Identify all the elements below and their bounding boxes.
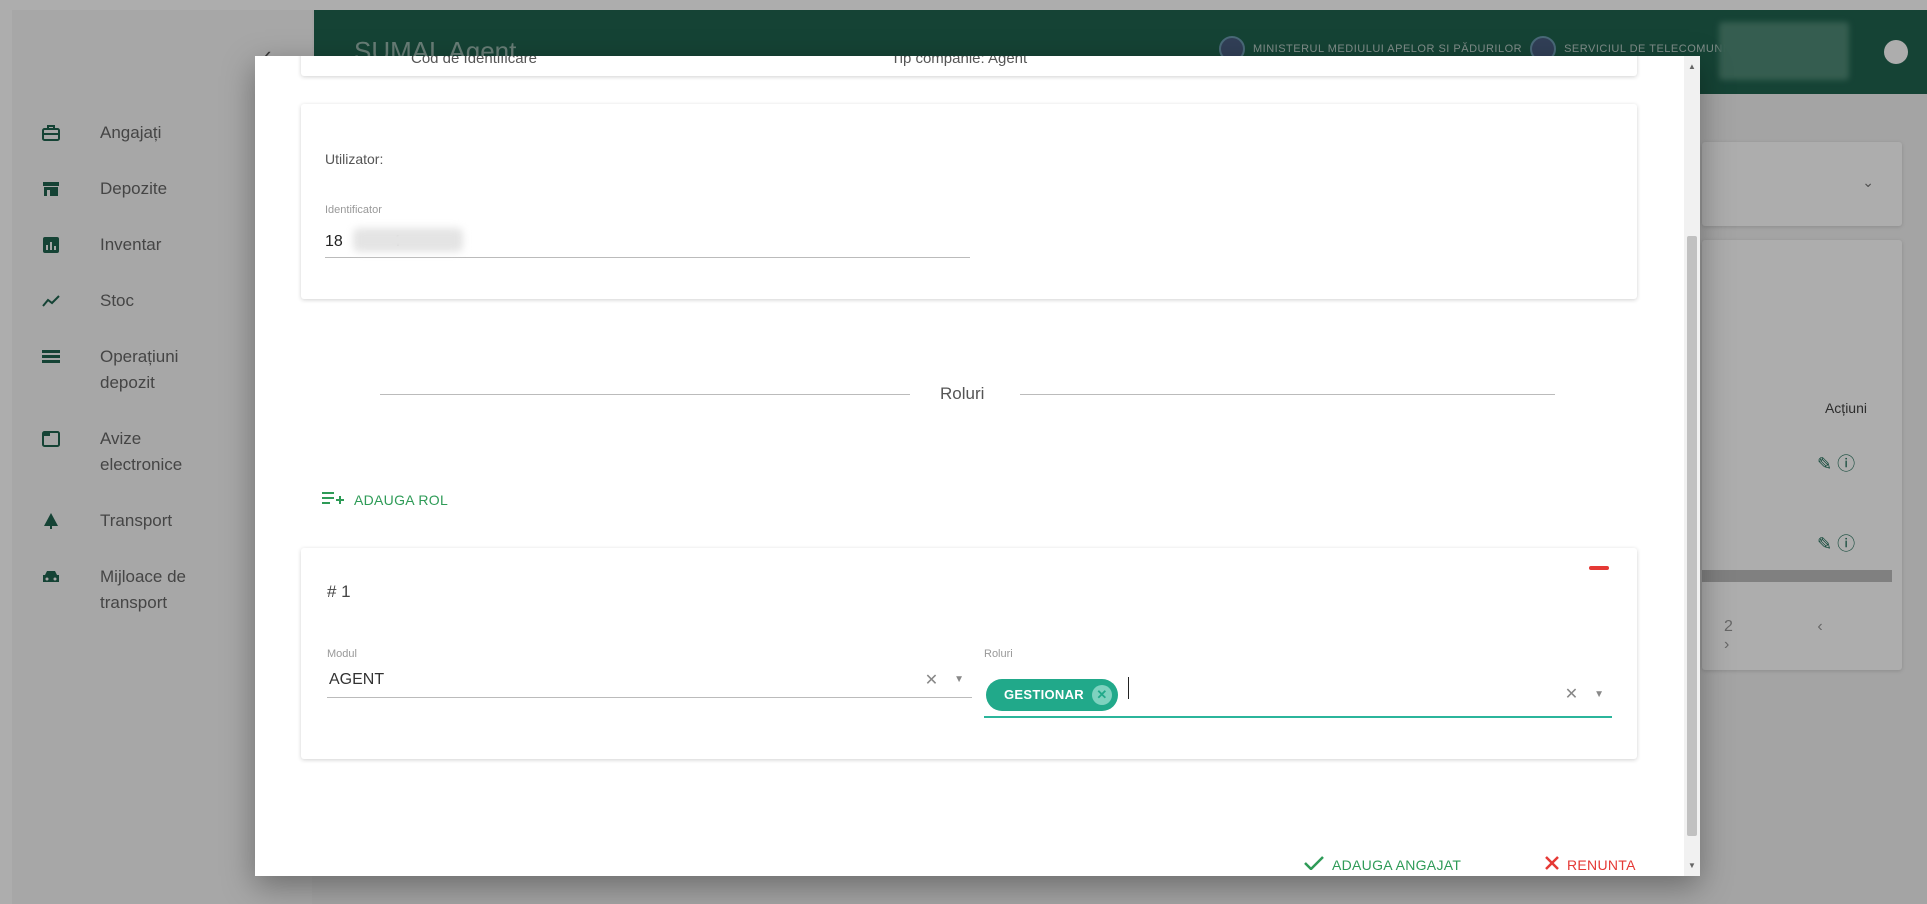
clear-icon[interactable]: ✕ — [1565, 684, 1578, 704]
add-role-label: ADAUGA ROL — [354, 491, 449, 508]
role-card: # 1 Modul AGENT ✕ ▼ Roluri GESTIONAR ✕ ✕… — [301, 548, 1637, 759]
roles-section-title: Roluri — [940, 384, 985, 403]
scroll-down-icon[interactable]: ▼ — [1688, 861, 1696, 870]
scrollbar-thumb[interactable] — [1687, 236, 1697, 836]
text-cursor — [1127, 677, 1129, 700]
roles-select[interactable]: GESTIONAR ✕ ✕ ▼ — [984, 672, 1612, 718]
identifier-label: Identificator — [325, 204, 382, 216]
module-value: AGENT — [329, 670, 385, 688]
remove-role-icon[interactable] — [1589, 566, 1609, 570]
identifier-redaction — [353, 228, 463, 252]
divider-line-left — [380, 394, 910, 395]
role-chip-label: GESTIONAR — [1004, 687, 1084, 703]
add-employee-dialog: Cod de Identificare Tip companie: Agent … — [255, 56, 1700, 876]
cancel-button[interactable]: RENUNTA — [1545, 856, 1636, 873]
playlist-add-icon — [322, 491, 344, 508]
add-employee-label: ADAUGA ANGAJAT — [1332, 856, 1462, 873]
scroll-up-icon[interactable]: ▲ — [1688, 62, 1696, 71]
company-identifier-text: Cod de Identificare — [411, 56, 537, 67]
roles-divider: Roluri — [380, 384, 1555, 403]
cancel-label: RENUNTA — [1567, 856, 1636, 873]
user-card: Utilizator: Identificator — [301, 104, 1637, 299]
chip-remove-icon[interactable]: ✕ — [1091, 684, 1112, 705]
caret-down-icon[interactable]: ▼ — [1594, 689, 1604, 700]
clear-icon[interactable]: ✕ — [925, 670, 938, 690]
add-role-button[interactable]: ADAUGA ROL — [322, 491, 448, 508]
check-icon — [1304, 856, 1324, 873]
company-type-text: Tip companie: Agent — [891, 56, 1028, 67]
company-info-card: Cod de Identificare Tip companie: Agent — [301, 56, 1637, 76]
module-select[interactable]: AGENT ✕ ▼ — [327, 662, 972, 698]
modal-scrollbar[interactable]: ▲ ▼ — [1684, 56, 1700, 876]
module-label: Modul — [327, 648, 357, 660]
roles-label: Roluri — [984, 648, 1013, 660]
roles-value: GESTIONAR ✕ — [984, 677, 1565, 711]
caret-down-icon[interactable]: ▼ — [954, 674, 964, 685]
add-employee-button[interactable]: ADAUGA ANGAJAT — [1304, 856, 1461, 873]
role-index: # 1 — [327, 582, 351, 601]
role-chip: GESTIONAR ✕ — [986, 678, 1118, 711]
divider-line-right — [1020, 394, 1555, 395]
close-icon — [1545, 856, 1559, 873]
user-section-title: Utilizator: — [325, 151, 384, 167]
